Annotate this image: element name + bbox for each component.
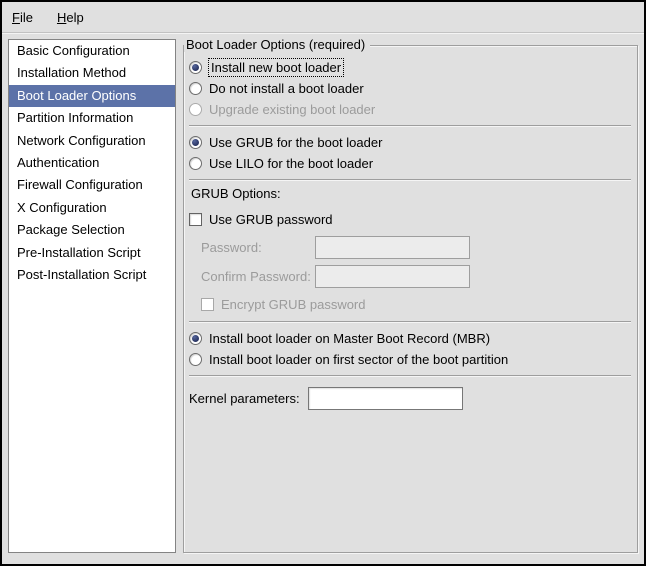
radio-selected-icon xyxy=(189,136,202,149)
radio-use-grub[interactable]: Use GRUB for the boot loader xyxy=(189,132,631,153)
sidebar-item-firewall-configuration[interactable]: Firewall Configuration xyxy=(9,174,175,196)
sidebar-item-x-configuration[interactable]: X Configuration xyxy=(9,197,175,219)
kickstart-configurator-window: File Help Basic Configuration Installati… xyxy=(0,0,646,566)
sidebar-item-basic-configuration[interactable]: Basic Configuration xyxy=(9,40,175,62)
radio-label: Use GRUB for the boot loader xyxy=(209,135,382,150)
radio-use-lilo[interactable]: Use LILO for the boot loader xyxy=(189,153,631,174)
sidebar-item-authentication[interactable]: Authentication xyxy=(9,152,175,174)
sidebar-item-boot-loader-options[interactable]: Boot Loader Options xyxy=(9,85,175,107)
separator xyxy=(189,179,631,181)
radio-label: Upgrade existing boot loader xyxy=(209,102,375,117)
separator xyxy=(189,375,631,377)
menu-help[interactable]: Help xyxy=(51,7,90,28)
radio-label: Install boot loader on Master Boot Recor… xyxy=(209,331,490,346)
password-label: Password: xyxy=(201,240,315,255)
confirm-password-row: Confirm Password: xyxy=(201,264,631,288)
radio-unselected-icon xyxy=(189,157,202,170)
sidebar-item-partition-information[interactable]: Partition Information xyxy=(9,107,175,129)
radio-label: Install boot loader on first sector of t… xyxy=(209,352,508,367)
frame-title: Boot Loader Options (required) xyxy=(184,37,370,52)
radio-label: Use LILO for the boot loader xyxy=(209,156,373,171)
radio-unselected-icon xyxy=(189,82,202,95)
separator xyxy=(189,321,631,323)
content-area: Basic Configuration Installation Method … xyxy=(2,33,644,564)
radio-unselected-icon xyxy=(189,353,202,366)
radio-do-not-install-boot-loader[interactable]: Do not install a boot loader xyxy=(189,78,631,99)
boot-loader-options-frame: Boot Loader Options (required) Install n… xyxy=(183,45,638,553)
confirm-password-label: Confirm Password: xyxy=(201,269,315,284)
password-input xyxy=(315,236,470,259)
radio-install-new-boot-loader[interactable]: Install new boot loader xyxy=(189,57,631,78)
password-row: Password: xyxy=(201,235,631,259)
sidebar-item-installation-method[interactable]: Installation Method xyxy=(9,62,175,84)
radio-upgrade-existing-boot-loader: Upgrade existing boot loader xyxy=(189,99,631,120)
sidebar-item-pre-installation-script[interactable]: Pre-Installation Script xyxy=(9,242,175,264)
checkbox-icon xyxy=(189,213,202,226)
separator xyxy=(189,125,631,127)
kernel-parameters-row: Kernel parameters: xyxy=(189,386,631,410)
checkbox-label: Use GRUB password xyxy=(209,212,333,227)
confirm-password-input xyxy=(315,265,470,288)
sidebar-item-network-configuration[interactable]: Network Configuration xyxy=(9,130,175,152)
sidebar-item-package-selection[interactable]: Package Selection xyxy=(9,219,175,241)
checkbox-disabled-icon xyxy=(201,298,214,311)
category-list: Basic Configuration Installation Method … xyxy=(8,39,176,553)
kernel-parameters-input[interactable] xyxy=(308,387,463,410)
grub-options-label: GRUB Options: xyxy=(191,186,631,204)
radio-label: Install new boot loader xyxy=(209,59,343,76)
radio-label: Do not install a boot loader xyxy=(209,81,364,96)
checkbox-encrypt-grub-password: Encrypt GRUB password xyxy=(201,294,631,315)
checkbox-label: Encrypt GRUB password xyxy=(221,297,366,312)
radio-install-on-first-sector[interactable]: Install boot loader on first sector of t… xyxy=(189,349,631,370)
main-panel: Boot Loader Options (required) Install n… xyxy=(183,39,638,553)
sidebar-item-post-installation-script[interactable]: Post-Installation Script xyxy=(9,264,175,286)
radio-disabled-icon xyxy=(189,103,202,116)
radio-selected-icon xyxy=(189,332,202,345)
checkbox-use-grub-password[interactable]: Use GRUB password xyxy=(189,209,631,230)
radio-install-on-mbr[interactable]: Install boot loader on Master Boot Recor… xyxy=(189,328,631,349)
menubar: File Help xyxy=(2,2,644,33)
kernel-parameters-label: Kernel parameters: xyxy=(189,391,300,406)
menu-file[interactable]: File xyxy=(6,7,39,28)
radio-selected-icon xyxy=(189,61,202,74)
